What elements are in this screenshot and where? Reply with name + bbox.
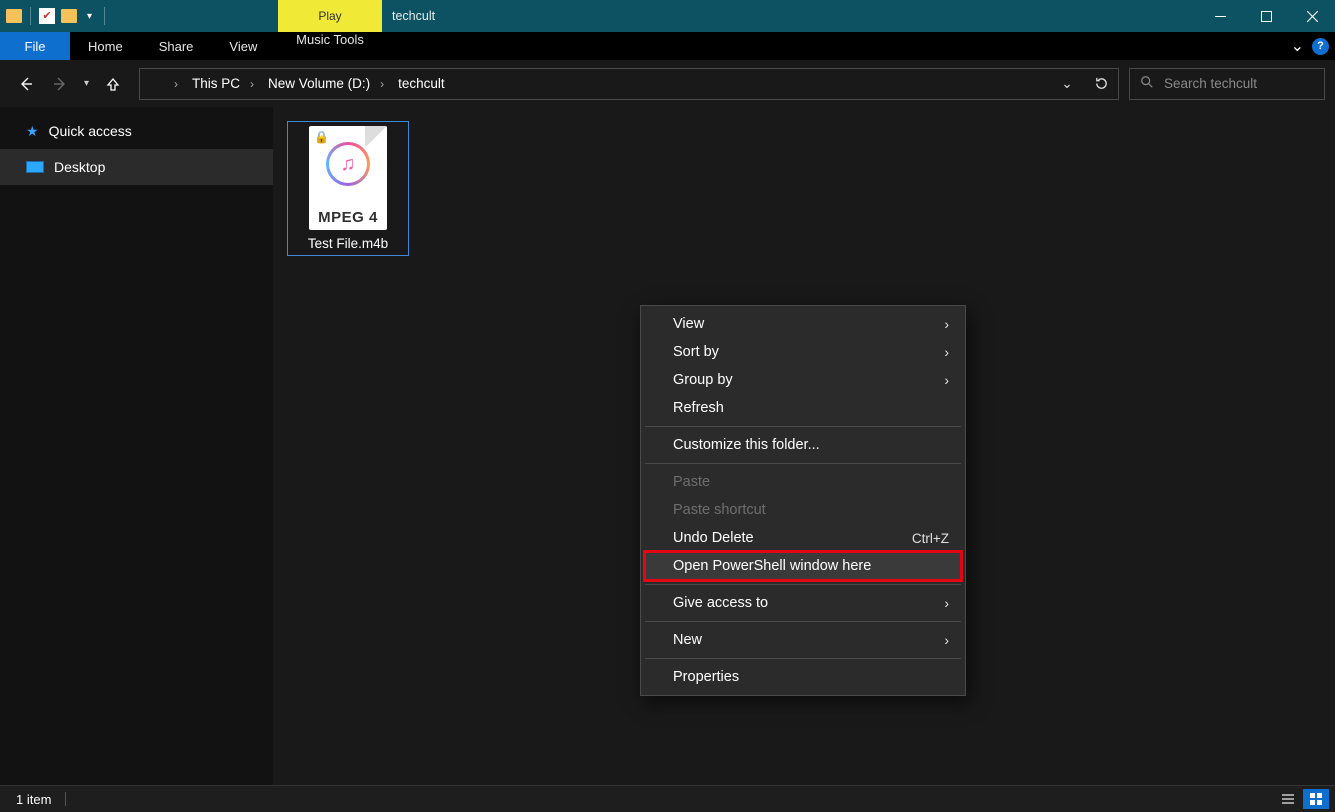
context-menu: View › Sort by › Group by › Refresh Cust…	[640, 305, 966, 696]
new-folder-qat-icon[interactable]	[61, 9, 77, 23]
nav-forward-button[interactable]	[50, 74, 70, 94]
ctx-item-label: Sort by	[673, 344, 719, 360]
lock-icon: 🔒	[314, 130, 329, 144]
minimize-button[interactable]	[1197, 0, 1243, 32]
ctx-item-label: Refresh	[673, 400, 724, 416]
file-thumbnail: 🔒 ♫ MPEG 4	[309, 126, 387, 230]
folder-icon	[6, 9, 22, 23]
address-folder-icon	[140, 69, 170, 99]
navigation-pane: ★ Quick access Desktop	[0, 107, 273, 785]
ctx-item-label: Group by	[673, 372, 733, 388]
search-icon	[1140, 75, 1154, 92]
chevron-right-icon[interactable]: ›	[170, 77, 182, 91]
ctx-separator	[645, 658, 961, 659]
tab-home[interactable]: Home	[70, 32, 141, 60]
ctx-item-label: Properties	[673, 669, 739, 685]
ctx-separator	[645, 621, 961, 622]
nav-up-button[interactable]	[103, 74, 123, 94]
ctx-item-properties[interactable]: Properties	[643, 663, 963, 691]
ctx-item-view[interactable]: View ›	[643, 310, 963, 338]
chevron-right-icon: ›	[944, 316, 949, 332]
ctx-item-paste: Paste	[643, 468, 963, 496]
properties-qat-icon[interactable]: ✔	[39, 8, 55, 24]
large-icons-view-button[interactable]	[1303, 789, 1329, 809]
ctx-item-label: Undo Delete	[673, 530, 754, 546]
status-bar: 1 item	[0, 785, 1335, 812]
breadcrumb-label: This PC	[192, 76, 240, 91]
qat-dropdown-icon[interactable]: ▾	[83, 11, 96, 22]
refresh-button[interactable]	[1084, 69, 1118, 99]
chevron-right-icon[interactable]: ›	[376, 77, 388, 91]
window-title: techcult	[392, 0, 435, 32]
chevron-right-icon: ›	[944, 632, 949, 648]
separator	[65, 792, 66, 806]
breadcrumb-volume[interactable]: New Volume (D:)	[258, 69, 376, 99]
ctx-item-group-by[interactable]: Group by ›	[643, 366, 963, 394]
chevron-right-icon[interactable]: ›	[246, 77, 258, 91]
ctx-item-label: New	[673, 632, 702, 648]
ctx-item-refresh[interactable]: Refresh	[643, 394, 963, 422]
breadcrumb-folder[interactable]: techcult	[388, 69, 451, 99]
ctx-separator	[645, 584, 961, 585]
separator	[30, 7, 31, 25]
ctx-item-open-powershell[interactable]: Open PowerShell window here	[645, 552, 961, 580]
help-icon[interactable]: ?	[1312, 38, 1329, 55]
address-dropdown-button[interactable]: ⌄	[1050, 69, 1084, 99]
ctx-item-shortcut: Ctrl+Z	[912, 531, 949, 546]
ribbon-minimize-icon[interactable]: ⌄	[1291, 36, 1304, 56]
tab-music-tools[interactable]: Music Tools	[278, 32, 382, 47]
nav-arrows: ▾	[16, 74, 123, 94]
ctx-item-undo-delete[interactable]: Undo Delete Ctrl+Z	[643, 524, 963, 552]
nav-bar: ▾ › This PC › New Volume (D:) › techcult…	[0, 60, 1335, 107]
file-menu-button[interactable]: File	[0, 32, 70, 60]
file-item[interactable]: 🔒 ♫ MPEG 4 Test File.m4b	[287, 121, 409, 256]
sidebar-item-label: Desktop	[54, 159, 105, 175]
window-controls	[1197, 0, 1335, 32]
sidebar-item-label: Quick access	[49, 123, 132, 139]
tab-share[interactable]: Share	[141, 32, 212, 60]
nav-history-dropdown-icon[interactable]: ▾	[84, 78, 89, 89]
desktop-icon	[26, 161, 44, 173]
star-icon: ★	[26, 123, 39, 140]
chevron-right-icon: ›	[944, 372, 949, 388]
file-name-label: Test File.m4b	[308, 236, 388, 251]
nav-back-button[interactable]	[16, 74, 36, 94]
details-view-button[interactable]	[1275, 789, 1301, 809]
ribbon-context-tab-play: Play	[278, 0, 382, 32]
address-bar[interactable]: › This PC › New Volume (D:) › techcult ⌄	[139, 68, 1119, 100]
tab-view[interactable]: View	[211, 32, 275, 60]
file-format-label: MPEG 4	[318, 209, 378, 226]
ctx-item-sort-by[interactable]: Sort by ›	[643, 338, 963, 366]
ctx-item-label: View	[673, 316, 704, 332]
search-input[interactable]: Search techcult	[1129, 68, 1325, 100]
ctx-item-customize-folder[interactable]: Customize this folder...	[643, 431, 963, 459]
ctx-item-label: Give access to	[673, 595, 768, 611]
close-button[interactable]	[1289, 0, 1335, 32]
ctx-item-paste-shortcut: Paste shortcut	[643, 496, 963, 524]
ctx-item-give-access-to[interactable]: Give access to ›	[643, 589, 963, 617]
search-placeholder: Search techcult	[1164, 76, 1257, 91]
breadcrumb-label: techcult	[398, 76, 445, 91]
ctx-item-label: Paste shortcut	[673, 502, 766, 518]
sidebar-item-quick-access[interactable]: ★ Quick access	[0, 113, 273, 149]
ctx-item-label: Paste	[673, 474, 710, 490]
breadcrumb-label: New Volume (D:)	[268, 76, 370, 91]
ctx-separator	[645, 426, 961, 427]
ctx-item-label: Customize this folder...	[673, 437, 820, 453]
maximize-button[interactable]	[1243, 0, 1289, 32]
sidebar-item-desktop[interactable]: Desktop	[0, 149, 273, 185]
ctx-item-new[interactable]: New ›	[643, 626, 963, 654]
chevron-right-icon: ›	[944, 344, 949, 360]
chevron-right-icon: ›	[944, 595, 949, 611]
separator	[104, 7, 105, 25]
breadcrumb-this-pc[interactable]: This PC	[182, 69, 246, 99]
music-note-icon: ♫	[326, 142, 370, 186]
status-item-count: 1 item	[16, 792, 51, 807]
ctx-separator	[645, 463, 961, 464]
ctx-item-label: Open PowerShell window here	[673, 558, 871, 574]
title-bar: ✔ ▾ Play techcult	[0, 0, 1335, 32]
ribbon-tabs: File Home Share View Music Tools ⌄ ?	[0, 32, 1335, 60]
quick-access-toolbar: ✔ ▾	[0, 0, 113, 32]
